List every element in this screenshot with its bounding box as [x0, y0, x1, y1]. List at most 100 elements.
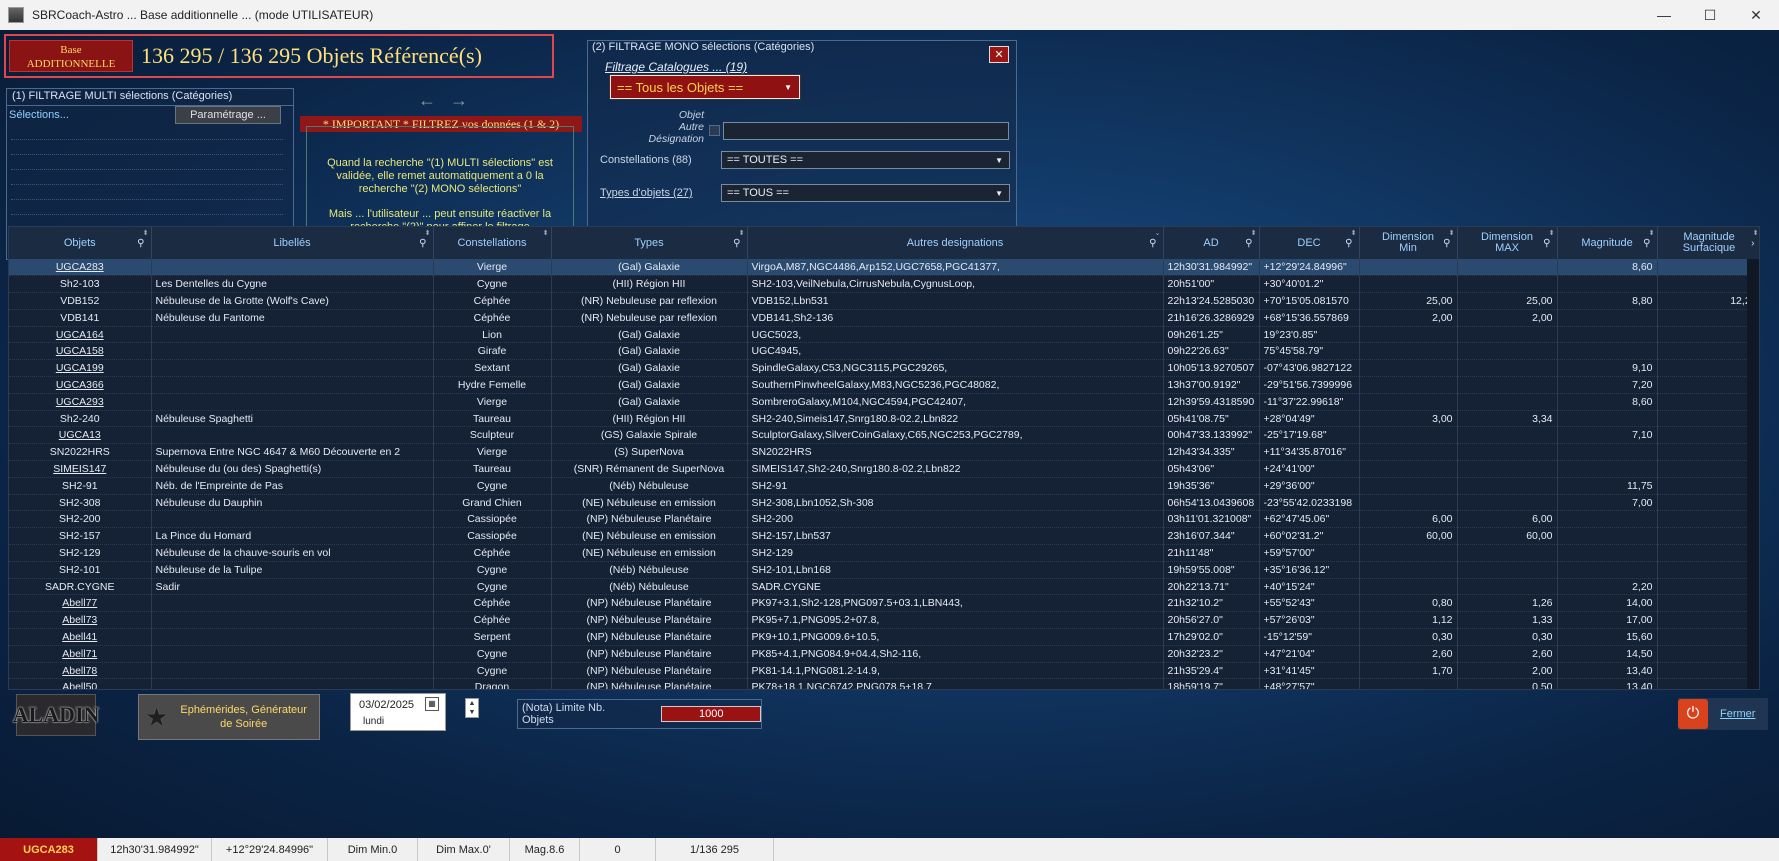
table-cell: +57°26'03" [1259, 611, 1360, 630]
table-row[interactable]: SADR.CYGNE Sadir Cygne (Néb) Nébuleuse SADR.… [9, 578, 1759, 596]
table-cell [1557, 527, 1658, 546]
table-cell: VDB152,Lbn531 [747, 292, 1164, 310]
date-value[interactable]: 03/02/2025 [359, 699, 414, 711]
col-header-dec[interactable]: ⬍ DEC ⚲ [1259, 227, 1360, 259]
col-header-dim-max[interactable]: ⬍ Dimension MAX ⚲ [1457, 227, 1558, 259]
table-cell [1657, 662, 1759, 680]
col-header-magnitude[interactable]: ⬍ Magnitude ⚲ [1557, 227, 1658, 259]
table-cell[interactable]: Abell71 [9, 645, 152, 663]
table-row[interactable]: Abell77 Céphée (NP) Nébuleuse Planétaire PK… [9, 594, 1759, 613]
table-row[interactable]: VDB141 Nébuleuse du Fantome Céphée (NR) Neb… [9, 309, 1759, 327]
selections-link[interactable]: Sélections... [9, 109, 69, 121]
close-window-button[interactable]: ✕ [1733, 0, 1779, 30]
table-cell[interactable]: Abell77 [9, 594, 152, 613]
table-cell [1657, 309, 1759, 327]
col-header-mag-surf[interactable]: ⬍ Magnitude Surfacique › [1657, 227, 1759, 259]
table-cell: (NP) Nébuleuse Planétaire [551, 662, 748, 680]
table-row[interactable]: Abell78 Cygne (NP) Nébuleuse Planétaire PK8… [9, 662, 1759, 680]
parametrage-button[interactable]: Paramétrage ... [175, 106, 281, 124]
back-arrow-icon[interactable]: ← [418, 90, 436, 111]
table-row[interactable]: Sh2-103 Les Dentelles du Cygne Cygne (HII) … [9, 275, 1759, 294]
ephemerides-button[interactable]: ★ Ephémérides, Générateur de Soirée [138, 694, 320, 740]
table-row[interactable]: UGCA158 Girafe (Gal) Galaxie UGC4945, 09h22'… [9, 342, 1759, 361]
table-cell: 12h30'31.984992" [1163, 259, 1260, 277]
table-cell[interactable]: Abell50 [9, 678, 152, 689]
table-cell: SH2-101,Lbn168 [747, 561, 1164, 579]
types-select[interactable]: == TOUS == ▼ [721, 184, 1010, 202]
col-header-types[interactable]: ⬍ Types ⚲ [551, 227, 748, 259]
table-cell: 05h41'08.75" [1163, 410, 1260, 428]
chevron-down-icon: ▼ [995, 155, 1003, 165]
calendar-icon[interactable]: ▦ [425, 697, 439, 711]
fermer-button[interactable]: ⏻ Fermer [1678, 698, 1768, 730]
table-row[interactable]: Abell73 Céphée (NP) Nébuleuse Planétaire PK… [9, 611, 1759, 630]
table-cell [1359, 259, 1458, 277]
mono-close-icon[interactable]: ✕ [989, 46, 1009, 63]
table-cell [1359, 376, 1458, 394]
table-row[interactable]: SH2-91 Néb. de l'Empreinte de Pas Cygne (Né… [9, 477, 1759, 495]
date-picker[interactable]: 03/02/2025 ▦ lundi [350, 693, 446, 731]
aladin-logo-button[interactable]: ALADIN [13, 694, 99, 736]
table-cell[interactable]: UGCA13 [9, 426, 152, 445]
table-cell: 20h22'13.71" [1163, 578, 1260, 596]
table-row[interactable]: SH2-308 Nébuleuse du Dauphin Grand Chien (N… [9, 494, 1759, 512]
table-cell[interactable]: UGCA199 [9, 359, 152, 378]
table-row[interactable]: SH2-129 Nébuleuse de la chauve-souris en … [9, 544, 1759, 562]
table-row[interactable]: Sh2-240 Nébuleuse Spaghetti Taureau (HII) R… [9, 410, 1759, 428]
table-row[interactable]: SH2-200 Cassiopée (NP) Nébuleuse Planétair… [9, 510, 1759, 529]
status-mag: Mag.8.6 [510, 838, 580, 861]
date-spinner[interactable]: ▲ ▼ [465, 698, 479, 718]
table-row[interactable]: UGCA283 Vierge (Gal) Galaxie VirgoA,M87,NGC… [9, 259, 1759, 277]
table-cell: SH2-308 [9, 494, 152, 512]
table-row[interactable]: Abell41 Serpent (NP) Nébuleuse Planétaire P… [9, 628, 1759, 646]
col-header-objets[interactable]: ⬍ Objets ⚲ [9, 227, 152, 259]
table-cell: (Néb) Nébuleuse [551, 561, 748, 579]
vertical-scrollbar[interactable] [1747, 259, 1759, 689]
table-cell[interactable]: UGCA293 [9, 393, 152, 411]
maximize-button[interactable]: ☐ [1687, 0, 1733, 30]
table-cell[interactable]: Abell78 [9, 662, 152, 680]
table-row[interactable]: SH2-157 La Pince du Homard Cassiopée (NE) N… [9, 527, 1759, 546]
objet-input[interactable] [723, 122, 1009, 140]
table-row[interactable]: SIMEIS147 Nébuleuse du (ou des) Spaghetti… [9, 460, 1759, 478]
table-row[interactable]: SN2022HRS Supernova Entre NGC 4647 & M60 … [9, 443, 1759, 462]
table-row[interactable]: UGCA366 Hydre Femelle (Gal) Galaxie Souther… [9, 376, 1759, 394]
table-cell: SombreroGalaxy,M104,NGC4594,PGC42407, [747, 393, 1164, 411]
table-cell[interactable]: Abell41 [9, 628, 152, 646]
table-cell[interactable]: UGCA158 [9, 342, 152, 361]
objet-checkbox[interactable] [709, 125, 720, 136]
table-row[interactable]: UGCA199 Sextant (Gal) Galaxie SpindleGalaxy… [9, 359, 1759, 378]
table-row[interactable]: Abell50 Dragon (NP) Nébuleuse Planétaire PK… [9, 678, 1759, 689]
col-header-dim-min[interactable]: ⬍ Dimension Min ⚲ [1359, 227, 1458, 259]
catalogues-select[interactable]: == Tous les Objets == ▼ [609, 74, 801, 100]
table-cell[interactable]: SIMEIS147 [9, 460, 152, 478]
objet-label-line1: Objet [678, 109, 704, 121]
constellations-select[interactable]: == TOUTES == ▼ [721, 151, 1010, 169]
header-banner: Base ADDITIONNELLE 136 295 / 136 295 Obj… [4, 34, 554, 78]
limit-input[interactable]: 1000 [661, 706, 761, 722]
table-row[interactable]: UGCA293 Vierge (Gal) Galaxie SombreroGalaxy… [9, 393, 1759, 411]
col-header-autres[interactable]: ⌄ Autres designations ⚲ [747, 227, 1164, 259]
table-cell [1557, 410, 1658, 428]
table-cell [1557, 510, 1658, 529]
catalogues-label: Filtrage Catalogues ... (19) [605, 60, 748, 74]
table-cell: 60,00 [1359, 527, 1458, 546]
status-bar: UGCA283 12h30'31.984992" +12°29'24.84996… [0, 838, 1779, 861]
table-cell: PK9+10.1,PNG009.6+10.5, [747, 628, 1164, 646]
table-cell[interactable]: UGCA366 [9, 376, 152, 394]
table-row[interactable]: UGCA164 Lion (Gal) Galaxie UGC5023, 09h26'1.… [9, 326, 1759, 344]
table-row[interactable]: Abell71 Cygne (NP) Nébuleuse Planétaire PK8… [9, 645, 1759, 663]
minimize-button[interactable]: — [1641, 0, 1687, 30]
table-cell: 03h11'01.321008" [1163, 510, 1260, 529]
col-header-libelles[interactable]: ⬍ Libellés ⚲ [151, 227, 434, 259]
forward-arrow-icon[interactable]: → [450, 90, 468, 111]
table-row[interactable]: SH2-101 Nébuleuse de la Tulipe Cygne (Néb) … [9, 561, 1759, 579]
table-row[interactable]: UGCA13 Sculpteur (GS) Galaxie Spirale Sculp… [9, 426, 1759, 445]
col-header-ad[interactable]: ⬍ AD ⚲ [1163, 227, 1260, 259]
table-row[interactable]: VDB152 Nébuleuse de la Grotte (Wolf's Cav… [9, 292, 1759, 310]
table-cell: Hydre Femelle [433, 376, 552, 394]
table-cell[interactable]: Abell73 [9, 611, 152, 630]
table-cell[interactable]: UGCA283 [9, 259, 152, 277]
table-cell[interactable]: UGCA164 [9, 326, 152, 344]
col-header-constellations[interactable]: ⬍ Constellations [433, 227, 552, 259]
